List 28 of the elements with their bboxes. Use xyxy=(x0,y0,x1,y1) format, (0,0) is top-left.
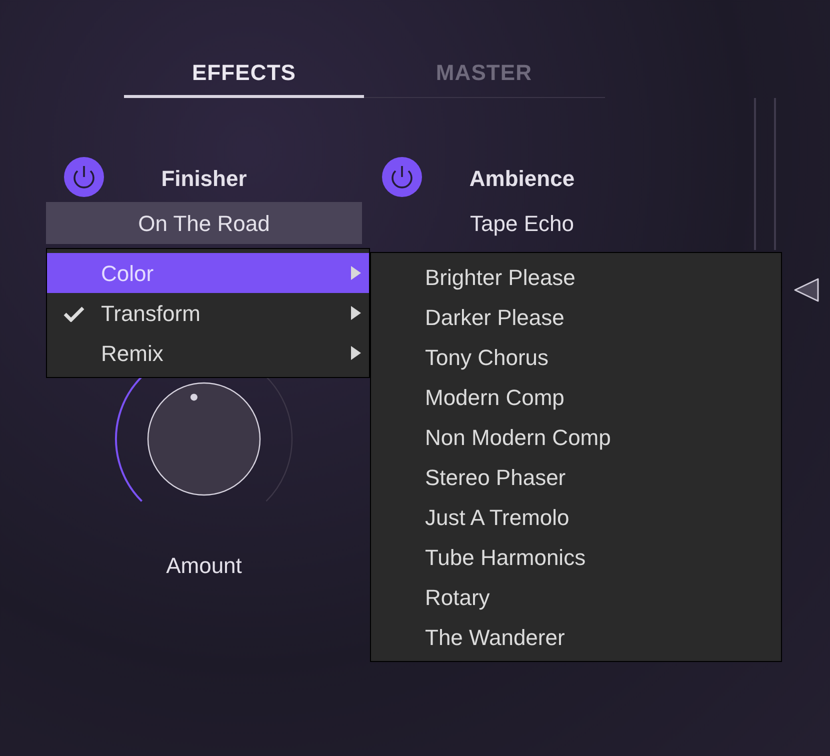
submenu-arrow-icon xyxy=(351,306,361,320)
power-icon[interactable] xyxy=(382,157,422,197)
checkmark-icon xyxy=(63,306,85,322)
preset-dropdown[interactable]: Tape Echo xyxy=(364,202,680,244)
preset-dropdown[interactable]: On The Road xyxy=(46,202,362,244)
submenu-item[interactable]: Just A Tremolo xyxy=(371,497,781,537)
submenu-item[interactable]: Tube Harmonics xyxy=(371,537,781,577)
knob-pointer xyxy=(190,394,198,401)
module-title: Finisher xyxy=(161,164,247,192)
submenu-item[interactable]: The Wanderer xyxy=(371,617,781,657)
submenu-item[interactable]: Non Modern Comp xyxy=(371,417,781,457)
menu-item[interactable]: Remix xyxy=(47,333,369,373)
submenu-item[interactable]: Tony Chorus xyxy=(371,337,781,377)
collapse-triangle-icon[interactable] xyxy=(792,276,822,304)
knob[interactable] xyxy=(147,382,261,496)
submenu-item[interactable]: Rotary xyxy=(371,577,781,617)
menu-item[interactable]: Color xyxy=(47,253,369,293)
submenu-item[interactable]: Modern Comp xyxy=(371,377,781,417)
tab[interactable]: EFFECTS xyxy=(124,50,364,98)
menu-item[interactable]: Transform xyxy=(47,293,369,333)
module-title: Ambience xyxy=(469,164,575,192)
knob-label: Amount xyxy=(166,552,242,580)
submenu-item[interactable]: Stereo Phaser xyxy=(371,457,781,497)
submenu-item[interactable]: Darker Please xyxy=(371,297,781,337)
submenu-item[interactable]: Brighter Please xyxy=(371,257,781,297)
submenu-arrow-icon xyxy=(351,346,361,360)
power-icon[interactable] xyxy=(64,157,104,197)
submenu-arrow-icon xyxy=(351,266,361,280)
